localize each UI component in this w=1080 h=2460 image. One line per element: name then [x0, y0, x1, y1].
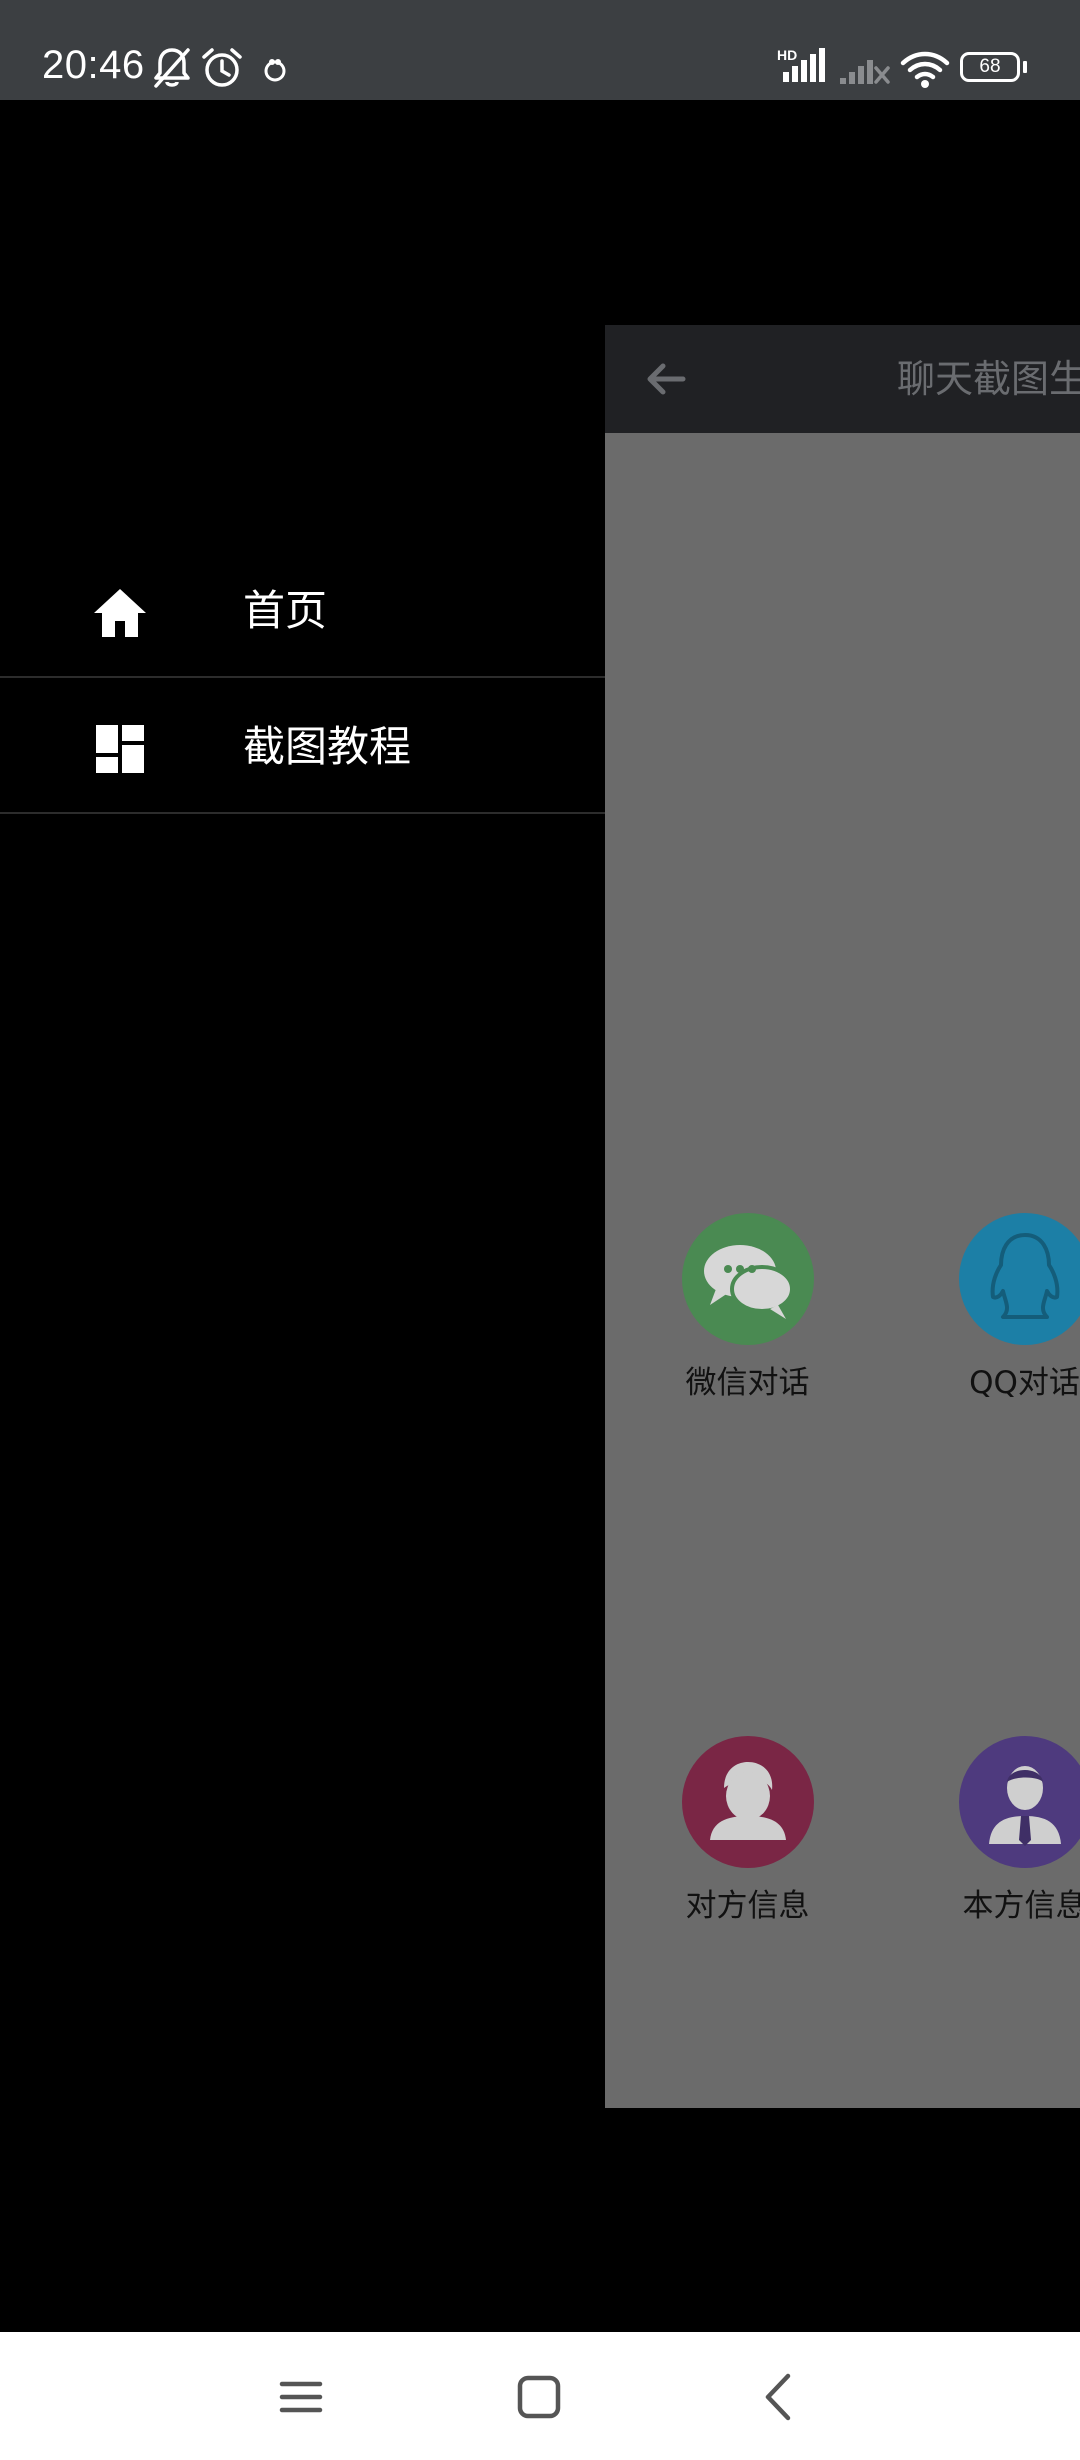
dashboard-icon — [96, 725, 144, 773]
alarm-icon — [202, 48, 242, 87]
drawer-item-home[interactable]: 首页 — [0, 544, 605, 678]
qq-penguin-icon — [959, 1213, 1080, 1345]
app-notification-icon — [264, 59, 286, 82]
preview-body: 微信对话 QQ对话 对方信息 本方信息 — [605, 433, 1080, 2108]
battery-icon: 68 — [960, 52, 1030, 86]
drawer-item-label: 首页 — [243, 586, 328, 635]
nav-home-button[interactable] — [504, 2362, 574, 2432]
app-preview[interactable]: 聊天截图生 微信对话 QQ对话 对方信息 本方信息 — [605, 325, 1080, 2108]
battery-level: 68 — [979, 56, 1001, 77]
wechat-chat-icon — [682, 1213, 814, 1345]
signal-no-service-icon — [840, 60, 890, 84]
tile-label-contact: 对方信息 — [685, 1888, 810, 1924]
navigation-drawer: 首页 截图教程 — [0, 100, 605, 2332]
wifi-icon — [900, 51, 950, 88]
preview-toolbar: 聊天截图生 — [605, 325, 1080, 433]
contact-person-icon — [682, 1736, 814, 1868]
tile-label-wechat: 微信对话 — [685, 1365, 810, 1401]
home-icon — [94, 589, 146, 637]
arrow-back-icon[interactable] — [643, 355, 691, 403]
status-bar: 20:46 HD 68 — [0, 0, 1080, 100]
tile-label-self: 本方信息 — [962, 1888, 1080, 1924]
back-chevron-icon — [765, 2373, 791, 2421]
status-time: 20:46 — [42, 43, 145, 87]
tile-label-qq: QQ对话 — [969, 1365, 1080, 1401]
nav-back-button[interactable] — [744, 2362, 814, 2432]
preview-title: 聊天截图生 — [897, 357, 1080, 401]
self-person-icon — [959, 1736, 1080, 1868]
hd-signal-icon — [783, 48, 825, 82]
bell-off-icon — [154, 48, 190, 88]
menu-icon — [279, 2381, 323, 2413]
system-nav-bar — [0, 2332, 1080, 2460]
home-square-icon — [517, 2375, 561, 2419]
nav-menu-button[interactable] — [266, 2362, 336, 2432]
drawer-item-tutorial[interactable]: 截图教程 — [0, 680, 605, 814]
drawer-item-label: 截图教程 — [243, 722, 412, 771]
screen: 20:46 HD 68 聊天截图生 微信对话 QQ对话 对方信息 本方信息 首页… — [0, 0, 1080, 2460]
